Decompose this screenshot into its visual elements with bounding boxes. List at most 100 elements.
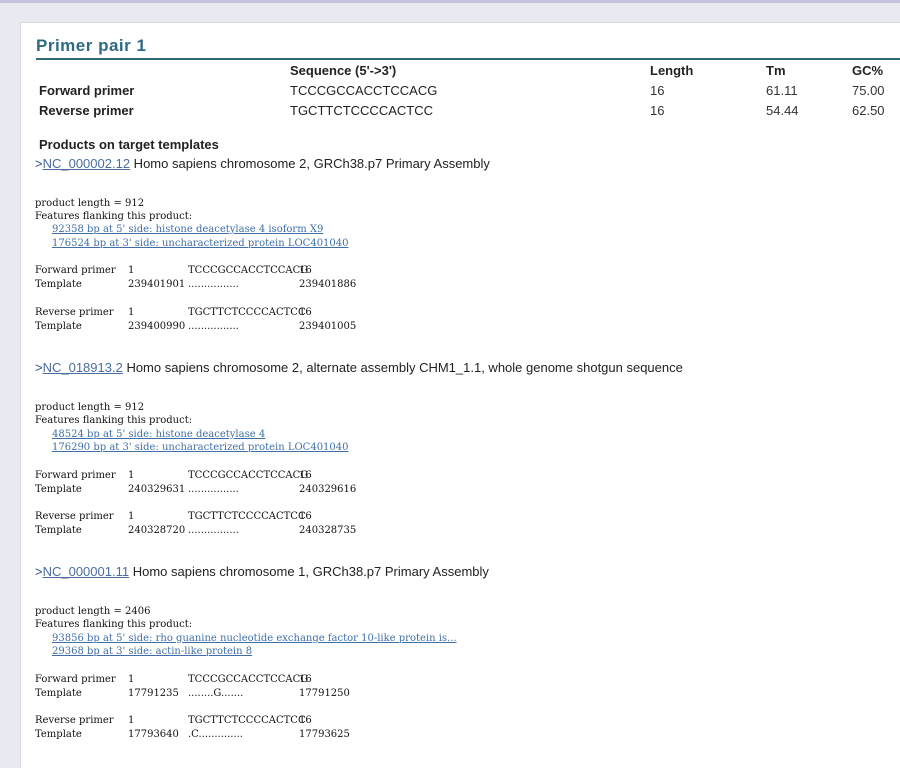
alignment-label: Forward primer <box>35 674 116 685</box>
alignment-seq: ................ <box>188 279 239 290</box>
alignment-end: 239401886 <box>299 279 357 290</box>
alignment-label: Template <box>35 279 82 290</box>
prefix-marker: > <box>35 564 43 579</box>
product-length: product length = 912 <box>35 198 145 209</box>
alignment-row: Template 239400990 ................ 2394… <box>35 321 435 335</box>
alignment-start: 239401901 <box>128 279 186 290</box>
features-label: Features flanking this product: <box>35 415 193 426</box>
prefix-marker: > <box>35 360 43 375</box>
alignment-label: Template <box>35 484 82 495</box>
alignment-label: Template <box>35 688 82 699</box>
alignment-row: Reverse primer 1 TGCTTCTCCCCACTCC 16 <box>35 511 435 525</box>
alignment-label: Template <box>35 729 82 740</box>
accession-link[interactable]: NC_000002.12 <box>43 156 130 171</box>
alignment-start: 17793640 <box>128 729 179 740</box>
alignment-seq: TCCCGCCACCTCCACG <box>188 674 309 685</box>
alignment-start: 239400990 <box>128 321 186 332</box>
length-value: 16 <box>650 83 665 98</box>
feature-link[interactable]: 48524 bp at 5' side: histone deacetylase… <box>52 429 265 440</box>
feature-link[interactable]: 29368 bp at 3' side: actin-like protein … <box>52 646 252 657</box>
alignment-end: 16 <box>299 511 312 522</box>
row-label: Forward primer <box>39 83 135 98</box>
alignment-seq: TCCCGCCACCTCCACG <box>188 265 309 276</box>
product-template-title: >NC_000002.12 Homo sapiens chromosome 2,… <box>35 156 490 171</box>
alignment-start: 240329631 <box>128 484 186 495</box>
alignment-seq: ................ <box>188 525 239 536</box>
sequence-value: TGCTTCTCCCCACTCC <box>290 103 433 118</box>
alignment-label: Forward primer <box>35 470 116 481</box>
alignment-start: 1 <box>128 307 135 318</box>
alignment-end: 240329616 <box>299 484 357 495</box>
template-description: Homo sapiens chromosome 2, alternate ass… <box>122 360 683 375</box>
alignment-seq: TGCTTCTCCCCACTCC <box>188 715 306 726</box>
alignment-label: Template <box>35 321 82 332</box>
header-gc: GC% <box>852 63 884 78</box>
feature-link[interactable]: 176290 bp at 3' side: uncharacterized pr… <box>52 442 349 453</box>
accession-link[interactable]: NC_000001.11 <box>43 564 130 579</box>
product-length: product length = 912 <box>35 402 145 413</box>
feature-link[interactable]: 93856 bp at 5' side: rho guanine nucleot… <box>52 633 457 644</box>
alignment-seq: ........G....... <box>188 688 244 699</box>
alignment-row: Template 17791235 ........G....... 17791… <box>35 688 435 702</box>
alignment-start: 1 <box>128 715 135 726</box>
template-description: Homo sapiens chromosome 1, GRCh38.p7 Pri… <box>129 564 489 579</box>
alignment-seq: ................ <box>188 484 239 495</box>
primer-pair-title: Primer pair 1 <box>36 36 147 55</box>
alignment-end: 240328735 <box>299 525 357 536</box>
gc-value: 75.00 <box>852 83 885 98</box>
features-label: Features flanking this product: <box>35 211 193 222</box>
alignment-seq: ................ <box>188 321 239 332</box>
tm-value: 54.44 <box>766 103 799 118</box>
alignment-end: 16 <box>299 470 312 481</box>
template-description: Homo sapiens chromosome 2, GRCh38.p7 Pri… <box>130 156 490 171</box>
alignment-start: 240328720 <box>128 525 186 536</box>
alignment-end: 17791250 <box>299 688 350 699</box>
product-length: product length = 2406 <box>35 606 151 617</box>
top-border <box>0 0 900 3</box>
alignment-row: Template 240329631 ................ 2403… <box>35 484 435 498</box>
tm-value: 61.11 <box>766 83 798 98</box>
alignment-end: 239401005 <box>299 321 357 332</box>
alignment-seq: TCCCGCCACCTCCACG <box>188 470 309 481</box>
row-label: Reverse primer <box>39 103 134 118</box>
length-value: 16 <box>650 103 665 118</box>
prefix-marker: > <box>35 156 43 171</box>
alignment-row: Forward primer 1 TCCCGCCACCTCCACG 16 <box>35 674 435 688</box>
alignment-start: 17791235 <box>128 688 179 699</box>
reverse-primer-row: Reverse primer TGCTTCTCCCCACTCC 16 54.44… <box>37 103 900 123</box>
sequence-value: TCCCGCCACCTCCACG <box>290 83 438 98</box>
alignment-row: Reverse primer 1 TGCTTCTCCCCACTCC 16 <box>35 307 435 321</box>
alignment-label: Reverse primer <box>35 307 114 318</box>
primer-table-header: Sequence (5'->3') Length Tm GC% <box>37 63 900 83</box>
alignment-row: Forward primer 1 TCCCGCCACCTCCACG 16 <box>35 470 435 484</box>
alignment-row: Template 240328720 ................ 2403… <box>35 525 435 539</box>
alignment-end: 16 <box>299 307 312 318</box>
alignment-start: 1 <box>128 674 135 685</box>
alignment-end: 16 <box>299 674 312 685</box>
alignment-end: 16 <box>299 265 312 276</box>
feature-link[interactable]: 176524 bp at 3' side: uncharacterized pr… <box>52 238 349 249</box>
products-heading: Products on target templates <box>39 137 219 152</box>
accession-link[interactable]: NC_018913.2 <box>43 360 123 375</box>
alignment-row: Reverse primer 1 TGCTTCTCCCCACTCC 16 <box>35 715 435 729</box>
product-template-title: >NC_018913.2 Homo sapiens chromosome 2, … <box>35 360 683 375</box>
header-tm: Tm <box>766 63 786 78</box>
alignment-label: Reverse primer <box>35 715 114 726</box>
feature-link[interactable]: 92358 bp at 5' side: histone deacetylase… <box>52 224 323 235</box>
alignment-row: Template 239401901 ................ 2394… <box>35 279 435 293</box>
features-label: Features flanking this product: <box>35 619 193 630</box>
alignment-label: Template <box>35 525 82 536</box>
alignment-end: 17793625 <box>299 729 350 740</box>
product-template-title: >NC_000001.11 Homo sapiens chromosome 1,… <box>35 564 489 579</box>
alignment-label: Reverse primer <box>35 511 114 522</box>
alignment-row: Template 17793640 .C.............. 17793… <box>35 729 435 743</box>
results-panel: Primer pair 1 Sequence (5'->3') Length T… <box>20 22 900 768</box>
forward-primer-row: Forward primer TCCCGCCACCTCCACG 16 61.11… <box>37 83 900 103</box>
alignment-end: 16 <box>299 715 312 726</box>
gc-value: 62.50 <box>852 103 885 118</box>
alignment-start: 1 <box>128 265 135 276</box>
alignment-start: 1 <box>128 470 135 481</box>
alignment-start: 1 <box>128 511 135 522</box>
alignment-seq: TGCTTCTCCCCACTCC <box>188 511 306 522</box>
header-sequence: Sequence (5'->3') <box>290 63 397 78</box>
